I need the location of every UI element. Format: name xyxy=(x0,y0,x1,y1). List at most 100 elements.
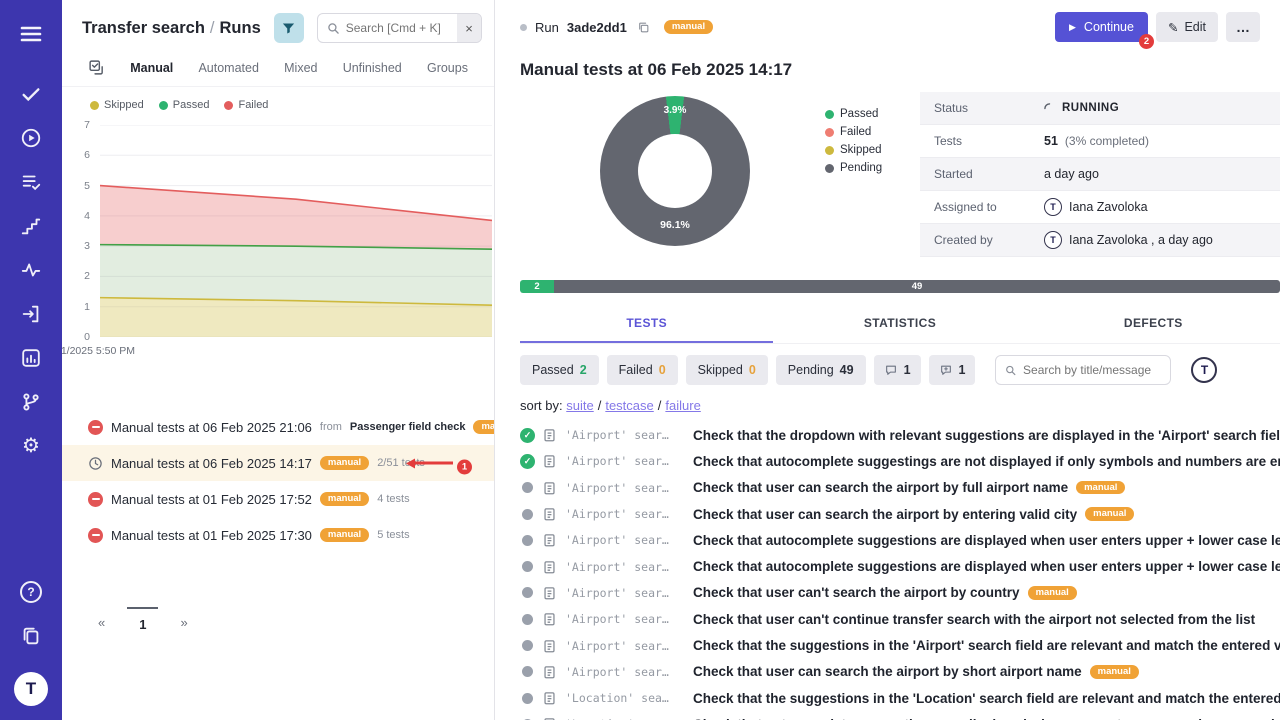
filter-defects[interactable]: 1 xyxy=(929,355,976,385)
play-circle-icon[interactable] xyxy=(19,126,43,150)
filter-count: 0 xyxy=(749,363,756,377)
task-list-icon[interactable] xyxy=(19,170,43,194)
y-tick: 7 xyxy=(84,119,90,131)
pagination-page-1[interactable]: 1 xyxy=(127,607,158,632)
donut-hole xyxy=(638,134,712,208)
continue-button[interactable]: ▶ Continue 2 xyxy=(1055,12,1148,42)
search-icon xyxy=(1005,364,1017,377)
sign-in-icon[interactable] xyxy=(19,302,43,326)
pagination-prev[interactable]: « xyxy=(92,607,111,630)
pending-status-icon xyxy=(522,561,533,572)
run-row[interactable]: Manual tests at 01 Feb 2025 17:52 manual… xyxy=(62,481,494,517)
info-row-status: Status RUNNING xyxy=(920,92,1280,125)
legend-failed[interactable]: Failed xyxy=(224,99,268,111)
test-title: Check that the dropdown with relevant su… xyxy=(693,428,1280,443)
run-row[interactable]: Manual tests at 01 Feb 2025 17:30 manual… xyxy=(62,517,494,553)
tab-groups[interactable]: Groups xyxy=(427,61,468,75)
avatar: T xyxy=(1044,231,1062,249)
y-tick: 4 xyxy=(84,210,90,222)
info-label: Created by xyxy=(934,233,1044,247)
runs-search-input[interactable] xyxy=(346,21,457,35)
filter-skipped[interactable]: Skipped0 xyxy=(686,355,768,385)
testcase-icon xyxy=(543,481,557,495)
search-clear-button[interactable]: × xyxy=(457,14,481,42)
test-row[interactable]: 'Airport' sear… Check that autocomplete … xyxy=(520,527,1280,553)
workspace-logo[interactable]: T xyxy=(14,672,48,706)
test-search-input[interactable] xyxy=(1023,363,1161,377)
tab-unfinished[interactable]: Unfinished xyxy=(343,61,402,75)
select-runs-icon[interactable] xyxy=(88,59,105,76)
legend-pending[interactable]: Pending xyxy=(825,162,882,174)
sort-by-suite[interactable]: suite xyxy=(566,398,593,413)
legend-passed[interactable]: Passed xyxy=(825,108,882,120)
run-header-bar: Run 3ade2dd1 manual ▶ Continue 2 ✎ Edit … xyxy=(495,0,1280,54)
help-icon[interactable]: ? xyxy=(19,580,43,604)
test-row[interactable]: 'Location' sea… Check that the suggestio… xyxy=(520,685,1280,711)
user-avatar[interactable]: T xyxy=(1191,357,1217,383)
tab-automated[interactable]: Automated xyxy=(198,61,258,75)
run-failed-icon xyxy=(88,492,103,507)
edit-button[interactable]: ✎ Edit xyxy=(1156,12,1218,42)
comment-count: 1 xyxy=(904,363,911,377)
test-row[interactable]: 'Airport' sear… Check that the suggestio… xyxy=(520,632,1280,658)
filter-pending[interactable]: Pending49 xyxy=(776,355,866,385)
status-value: RUNNING xyxy=(1062,102,1119,114)
branch-icon[interactable] xyxy=(19,390,43,414)
test-row[interactable]: 'Airport' sear… Check that user can't se… xyxy=(520,580,1280,606)
breadcrumb-parent[interactable]: Transfer search xyxy=(82,19,205,37)
files-icon[interactable] xyxy=(19,624,43,648)
tab-mixed[interactable]: Mixed xyxy=(284,61,317,75)
test-row[interactable]: 'Airport' sear… Check that user can sear… xyxy=(520,659,1280,685)
copy-run-id-button[interactable] xyxy=(635,19,652,36)
filter-comments[interactable]: 1 xyxy=(874,355,921,385)
test-row[interactable]: 'Airport' sear… Check that the dropdown … xyxy=(520,422,1280,448)
pagination-next[interactable]: » xyxy=(174,607,193,630)
legend-skipped[interactable]: Skipped xyxy=(90,99,144,111)
sort-by-failure[interactable]: failure xyxy=(665,398,700,413)
sort-by-testcase[interactable]: testcase xyxy=(605,398,653,413)
run-row-selected[interactable]: Manual tests at 06 Feb 2025 14:17 manual… xyxy=(62,445,494,481)
activity-icon[interactable] xyxy=(19,258,43,282)
y-tick: 2 xyxy=(84,270,90,282)
filter-label: Passed xyxy=(532,363,574,377)
legend-failed[interactable]: Failed xyxy=(825,126,882,138)
steps-icon[interactable] xyxy=(19,214,43,238)
test-row[interactable]: 'Airport' sear… Check that autocomplete … xyxy=(520,448,1280,474)
test-row[interactable]: 'Airport' sear… Check that user can't co… xyxy=(520,606,1280,632)
test-suite-name: 'Airport' sear… xyxy=(565,612,685,626)
legend-label: Failed xyxy=(840,126,871,138)
run-failed-icon xyxy=(88,420,103,435)
test-title: Check that user can't continue transfer … xyxy=(693,612,1255,627)
filter-failed[interactable]: Failed0 xyxy=(607,355,678,385)
y-axis-ticks: 76543210 xyxy=(62,117,96,369)
filter-button[interactable] xyxy=(274,13,304,43)
manual-badge: manual xyxy=(1076,481,1125,495)
run-row[interactable]: Manual tests at 06 Feb 2025 21:06 from P… xyxy=(62,409,494,445)
tab-statistics[interactable]: STATISTICS xyxy=(773,307,1026,343)
info-row-tests: Tests 51(3% completed) xyxy=(920,125,1280,158)
testcase-icon xyxy=(543,665,557,679)
run-failed-icon xyxy=(88,528,103,543)
test-row[interactable]: 'Airport' sear… Check that user can sear… xyxy=(520,501,1280,527)
tab-manual[interactable]: Manual xyxy=(130,61,173,75)
bar-chart-icon[interactable] xyxy=(19,346,43,370)
tab-defects[interactable]: DEFECTS xyxy=(1027,307,1280,343)
testcase-icon xyxy=(543,612,557,626)
gear-icon[interactable]: ⚙ xyxy=(19,434,43,458)
annotation-arrow: 1 xyxy=(406,456,472,471)
funnel-icon xyxy=(281,21,296,36)
sort-label: sort by: xyxy=(520,398,563,413)
menu-icon[interactable] xyxy=(19,22,43,46)
test-row[interactable]: 'Airport' sear… Check that user can sear… xyxy=(520,475,1280,501)
more-button[interactable]: … xyxy=(1226,12,1260,42)
tab-tests[interactable]: TESTS xyxy=(520,307,773,343)
search-icon xyxy=(318,22,346,35)
passed-status-icon xyxy=(520,428,535,443)
legend-skipped[interactable]: Skipped xyxy=(825,144,882,156)
check-icon[interactable] xyxy=(19,82,43,106)
filter-passed[interactable]: Passed2 xyxy=(520,355,599,385)
test-row[interactable]: 'Airport' sear… Check that autocomplete … xyxy=(520,553,1280,579)
legend-passed[interactable]: Passed xyxy=(159,99,210,111)
test-suite-name: 'Airport' sear… xyxy=(565,639,685,653)
test-row[interactable]: 'Location' sea… Check that autocomplete … xyxy=(520,711,1280,720)
